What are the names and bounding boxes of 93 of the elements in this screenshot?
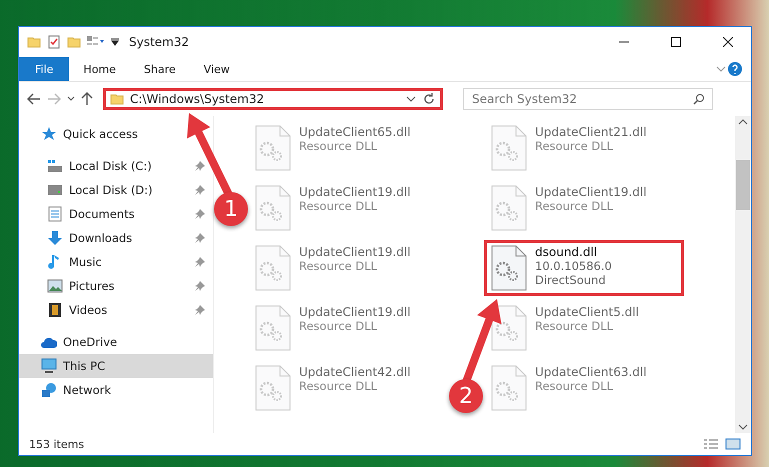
file-item[interactable]: UpdateClient19.dll Resource DLL [248, 240, 448, 296]
refresh-icon[interactable] [422, 92, 436, 106]
monitor-icon [41, 358, 57, 374]
file-name: UpdateClient21.dll [535, 125, 647, 139]
gear-file-icon [255, 305, 291, 351]
gear-file-icon [491, 185, 527, 231]
item-count: 153 items [29, 438, 84, 450]
file-item[interactable]: UpdateClient63.dll Resource DLL [484, 360, 684, 416]
file-item[interactable]: UpdateClient5.dll Resource DLL [484, 300, 684, 356]
file-detail: Resource DLL [535, 199, 614, 213]
sidebar-item[interactable]: Downloads [19, 226, 213, 250]
recent-dropdown-icon[interactable] [67, 96, 75, 102]
file-detail: Resource DLL [535, 379, 614, 393]
dropdown-icon[interactable] [111, 38, 119, 46]
step-number-badge: 1 [214, 192, 248, 226]
ribbon-tab[interactable]: Share [130, 57, 190, 81]
pin-icon[interactable] [195, 305, 205, 315]
file-name: UpdateClient63.dll [535, 365, 647, 379]
file-item[interactable]: dsound.dll 10.0.10586.0 DirectSound [484, 240, 684, 296]
gear-file-icon [255, 185, 291, 231]
network-icon [41, 382, 57, 398]
step-number-badge: 2 [449, 379, 483, 413]
file-name: UpdateClient5.dll [535, 305, 639, 319]
up-arrow-icon[interactable] [81, 92, 93, 106]
file-name: UpdateClient42.dll [299, 365, 411, 379]
file-detail: Resource DLL [535, 139, 614, 153]
pin-icon[interactable] [195, 209, 205, 219]
ribbon-tab[interactable]: View [190, 57, 244, 81]
picture-icon [47, 278, 63, 294]
folder-icon [110, 92, 124, 106]
document-icon [47, 206, 63, 222]
maximize-icon [671, 37, 681, 47]
sidebar-item[interactable]: Music [19, 250, 213, 274]
sidebar-item[interactable]: Quick access [19, 122, 213, 146]
pin-icon[interactable] [195, 281, 205, 291]
file-detail: Resource DLL [299, 379, 378, 393]
sidebar-item[interactable]: This PC [19, 354, 213, 378]
properties-icon[interactable] [47, 35, 61, 49]
scroll-thumb[interactable] [736, 160, 750, 210]
file-detail: DirectSound [535, 273, 607, 287]
gear-file-icon [491, 245, 527, 291]
file-name: UpdateClient19.dll [299, 245, 411, 259]
file-item[interactable]: UpdateClient21.dll Resource DLL [484, 120, 684, 176]
file-name: UpdateClient19.dll [299, 305, 411, 319]
large-icons-view-icon[interactable] [725, 438, 741, 450]
gear-file-icon [491, 305, 527, 351]
gear-file-icon [255, 365, 291, 411]
drive-icon [47, 182, 63, 198]
gear-file-icon [491, 125, 527, 171]
pin-icon[interactable] [195, 233, 205, 243]
file-menu-button[interactable]: File [19, 57, 70, 81]
pin-icon[interactable] [195, 257, 205, 267]
pin-icon[interactable] [195, 185, 205, 195]
chevron-down-icon[interactable] [406, 95, 416, 103]
gear-file-icon [255, 245, 291, 291]
pin-icon[interactable] [195, 161, 205, 171]
drive-icon [47, 158, 63, 174]
star-icon [41, 126, 57, 142]
address-bar[interactable]: C:\Windows\System32 [103, 88, 443, 110]
file-name: UpdateClient19.dll [299, 185, 411, 199]
file-name: UpdateClient65.dll [299, 125, 411, 139]
sidebar-item[interactable]: Local Disk (C:) [19, 154, 213, 178]
close-icon [723, 37, 733, 47]
file-detail: Resource DLL [299, 199, 378, 213]
scrollbar[interactable] [735, 116, 751, 433]
file-detail: Resource DLL [299, 259, 378, 273]
download-arrow-icon [47, 230, 63, 246]
sidebar-item[interactable]: Documents [19, 202, 213, 226]
file-detail: Resource DLL [535, 319, 614, 333]
file-item[interactable]: UpdateClient19.dll Resource DLL [484, 180, 684, 236]
file-item[interactable]: UpdateClient19.dll Resource DLL [248, 180, 448, 236]
gear-file-icon [491, 365, 527, 411]
sidebar-item[interactable]: Local Disk (D:) [19, 178, 213, 202]
file-item[interactable]: UpdateClient19.dll Resource DLL [248, 300, 448, 356]
file-detail: Resource DLL [299, 139, 378, 153]
film-icon [47, 302, 63, 318]
sidebar-item[interactable]: OneDrive [19, 330, 213, 354]
sidebar-item[interactable]: Videos [19, 298, 213, 322]
file-item[interactable]: UpdateClient65.dll Resource DLL [248, 120, 448, 176]
file-detail: Resource DLL [299, 319, 378, 333]
file-name: UpdateClient19.dll [535, 185, 647, 199]
file-detail: 10.0.10586.0 [535, 259, 612, 273]
ribbon-tab[interactable]: Home [69, 57, 130, 81]
minimize-icon [619, 41, 629, 43]
search-field[interactable]: Search System32 [463, 88, 713, 110]
details-view-icon[interactable] [703, 438, 719, 450]
file-name: dsound.dll [535, 245, 598, 259]
window-title: System32 [129, 35, 190, 49]
file-item[interactable]: UpdateClient42.dll Resource DLL [248, 360, 448, 416]
back-arrow-icon[interactable] [27, 93, 41, 105]
sidebar-item[interactable]: Network [19, 378, 213, 402]
sidebar-item[interactable]: Pictures [19, 274, 213, 298]
gear-file-icon [255, 125, 291, 171]
